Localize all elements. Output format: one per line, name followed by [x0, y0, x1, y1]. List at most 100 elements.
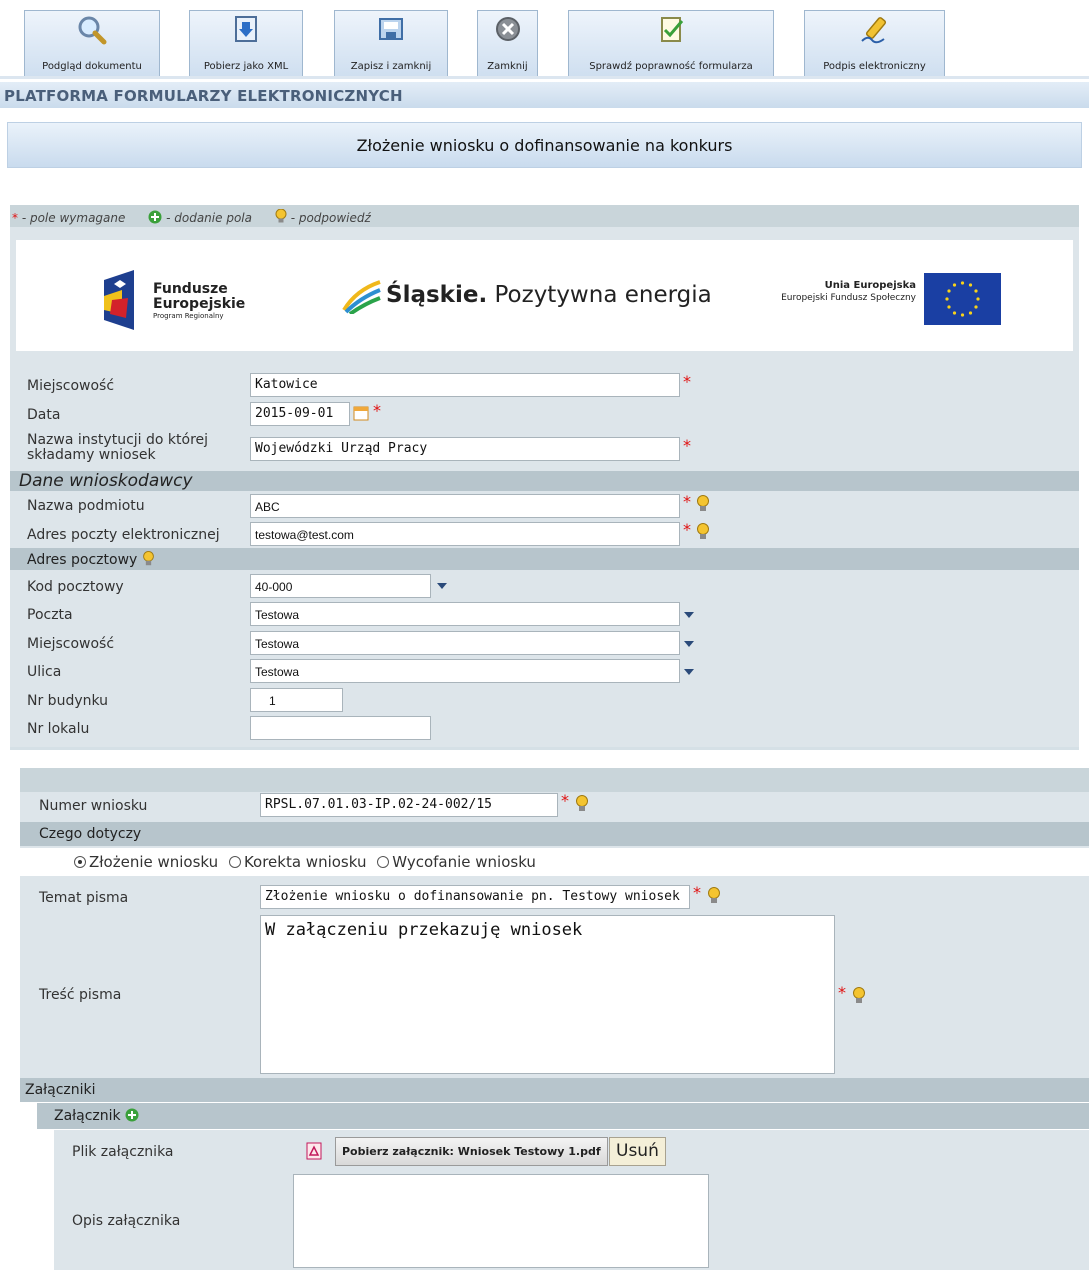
radio-wycofanie[interactable]: Wycofanie wniosku: [377, 853, 536, 871]
close-label: Zamknij: [487, 61, 528, 72]
hint-bulb-icon[interactable]: [142, 551, 155, 567]
required-star: *: [683, 436, 691, 455]
calendar-icon[interactable]: [353, 405, 369, 421]
close-button[interactable]: Zamknij: [477, 10, 538, 76]
radio-korekta[interactable]: Korekta wniosku: [228, 853, 366, 871]
chevron-down-icon[interactable]: [684, 669, 694, 675]
validate-form-button[interactable]: Sprawdź poprawność formularza: [568, 10, 774, 76]
slaskie-wave-logo-icon: [342, 280, 381, 314]
plik-label: Plik załącznika: [72, 1144, 174, 1160]
wnioskodawca-heading: Dane wnioskodawcy: [10, 471, 1079, 491]
nr-lokalu-input[interactable]: [250, 716, 431, 740]
required-star: *: [683, 372, 691, 391]
ue-line1: Unia Europejska: [824, 280, 916, 291]
add-field-icon: [148, 210, 162, 224]
download-icon: [235, 16, 257, 42]
legend-add-text: - dodanie pola: [166, 211, 252, 225]
form-title: Złożenie wniosku o dofinansowanie na kon…: [7, 122, 1082, 168]
fe-line1: Fundusze: [153, 281, 228, 297]
chevron-down-icon[interactable]: [684, 612, 694, 618]
ulica-label: Ulica: [27, 664, 62, 680]
zalacznik-subheading: Załącznik: [37, 1103, 1089, 1129]
instytucja-input[interactable]: Wojewódzki Urząd Pracy: [250, 437, 680, 461]
required-star: *: [693, 883, 701, 902]
radio-zlozenie[interactable]: Złożenie wniosku: [74, 853, 218, 871]
hint-bulb-icon: [275, 208, 287, 223]
instytucja-label-line2: składamy wniosek: [27, 447, 156, 463]
preview-document-label: Podgląd dokumentu: [42, 61, 142, 72]
instytucja-label-line1: Nazwa instytucji do której: [27, 432, 209, 448]
fundusze-europejskie-text: Fundusze Europejskie Program Regionalny: [153, 282, 245, 321]
tresc-textarea[interactable]: W załączeniu przekazuję wniosek: [260, 915, 835, 1074]
zalacznik-subheading-text: Załącznik: [54, 1108, 121, 1124]
hint-bulb-icon[interactable]: [575, 795, 589, 813]
hint-bulb-icon[interactable]: [696, 523, 710, 541]
save-close-icon: [379, 18, 403, 40]
save-close-label: Zapisz i zamknij: [350, 61, 432, 72]
download-attachment-button[interactable]: Pobierz załącznik: Wniosek Testowy 1.pdf: [335, 1137, 608, 1166]
slaskie-bold: Śląskie.: [386, 282, 488, 308]
nr-budynku-label: Nr budynku: [27, 693, 109, 709]
date-input[interactable]: 2015-09-01: [250, 402, 350, 426]
nazwa-podmiotu-label: Nazwa podmiotu: [27, 498, 145, 514]
opis-textarea[interactable]: [293, 1174, 709, 1268]
slaskie-rest: Pozytywna energia: [487, 282, 712, 308]
radio-unselected-icon[interactable]: [228, 856, 241, 868]
toolbar: Podgląd dokumentu Pobierz jako XML Zapis…: [0, 0, 1089, 80]
temat-label: Temat pisma: [39, 890, 129, 906]
logo-banner: Fundusze Europejskie Program Regionalny …: [16, 240, 1073, 351]
e-signature-button[interactable]: Podpis elektroniczny: [804, 10, 945, 76]
zalaczniki-heading: Załączniki: [20, 1078, 1089, 1102]
legend: * - pole wymagane - dodanie pola - podpo…: [10, 205, 1079, 227]
ue-line2: Europejski Fundusz Społeczny: [781, 293, 916, 303]
wniosek-header-bar: [20, 768, 1089, 792]
chevron-down-icon[interactable]: [437, 583, 447, 589]
preview-document-button[interactable]: Podgląd dokumentu: [24, 10, 160, 76]
miejscowosc-select[interactable]: Testowa: [250, 631, 680, 655]
nr-budynku-input[interactable]: 1: [250, 688, 343, 712]
toolbar-divider: [0, 76, 1089, 79]
radio-selected-icon[interactable]: [74, 856, 86, 868]
hint-bulb-icon[interactable]: [707, 887, 721, 905]
miejscowosc-label: Miejscowość: [27, 378, 115, 394]
magnifier-icon: [78, 16, 107, 45]
required-star: *: [561, 791, 569, 810]
chevron-down-icon[interactable]: [684, 641, 694, 647]
numer-wniosku-label: Numer wniosku: [39, 798, 148, 814]
adres-heading-text: Adres pocztowy: [27, 552, 138, 568]
numer-wniosku-input[interactable]: RPSL.07.01.03-IP.02-24-002/15: [260, 793, 558, 817]
fundusze-europejskie-logo-icon: [104, 270, 134, 330]
temat-input[interactable]: Złożenie wniosku o dofinansowanie pn. Te…: [260, 885, 690, 909]
check-form-icon: [661, 17, 684, 42]
required-star: *: [683, 492, 691, 511]
miejscowosc-input[interactable]: Katowice: [250, 373, 680, 397]
add-attachment-icon[interactable]: [125, 1108, 139, 1122]
nazwa-podmiotu-input[interactable]: ABC: [250, 494, 680, 518]
kod-pocztowy-select[interactable]: 40-000: [250, 574, 431, 598]
download-xml-label: Pobierz jako XML: [203, 61, 289, 72]
radio-unselected-icon[interactable]: [377, 856, 390, 868]
poczta-label: Poczta: [27, 607, 73, 623]
opis-label: Opis załącznika: [72, 1213, 181, 1229]
poczta-select[interactable]: Testowa: [250, 602, 680, 626]
required-star: *: [373, 401, 381, 420]
fe-line2: Europejskie: [153, 296, 246, 312]
required-star: *: [838, 983, 846, 1002]
email-label: Adres poczty elektronicznej: [27, 527, 220, 543]
miejscowosc-adres-label: Miejscowość: [27, 636, 115, 652]
nr-lokalu-label: Nr lokalu: [27, 721, 90, 737]
radio-wycofanie-label: Wycofanie wniosku: [392, 853, 536, 871]
fe-line3: Program Regionalny: [153, 312, 224, 320]
hint-bulb-icon[interactable]: [696, 495, 710, 513]
email-input[interactable]: testowa@test.com: [250, 522, 680, 546]
eu-flag-icon: [924, 273, 1001, 325]
remove-attachment-button[interactable]: Usuń: [609, 1137, 666, 1166]
ulica-select[interactable]: Testowa: [250, 659, 680, 683]
download-xml-button[interactable]: Pobierz jako XML: [189, 10, 303, 76]
legend-hint-text: - podpowiedź: [290, 211, 371, 225]
platform-title: PLATFORMA FORMULARZY ELEKTRONICZNYCH: [0, 82, 1089, 108]
hint-bulb-icon[interactable]: [852, 987, 866, 1005]
save-close-button[interactable]: Zapisz i zamknij: [334, 10, 448, 76]
slaskie-text: Śląskie. Pozytywna energia: [386, 282, 712, 308]
radio-group: Złożenie wniosku Korekta wniosku Wycofan…: [20, 848, 1089, 876]
